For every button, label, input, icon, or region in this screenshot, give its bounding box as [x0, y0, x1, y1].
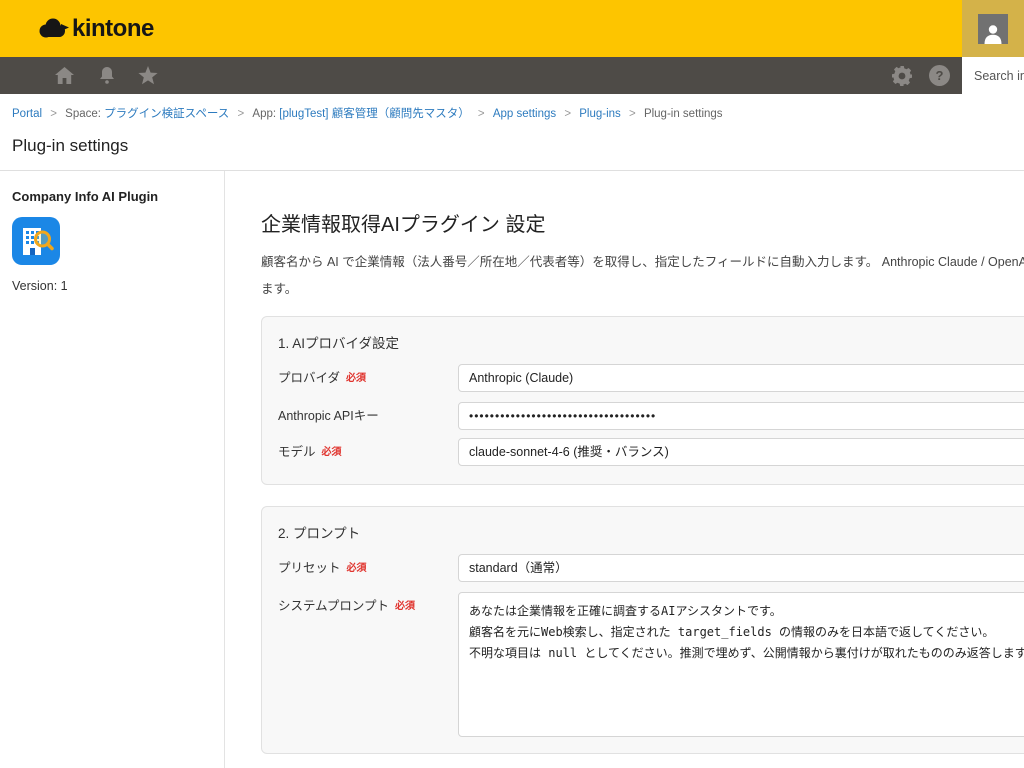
field-label-text: プロバイダ	[278, 371, 340, 385]
help-icon[interactable]: ?	[929, 65, 950, 86]
gear-icon[interactable]	[892, 66, 912, 86]
required-badge: 必須	[346, 373, 366, 384]
content-columns: Company Info AI Plugin Version: 1 企業情報取得…	[0, 171, 1024, 768]
home-icon[interactable]	[55, 67, 74, 84]
star-icon[interactable]	[138, 66, 158, 85]
breadcrumb-separator: >	[50, 108, 57, 120]
required-badge: 必須	[347, 563, 367, 574]
breadcrumb-space-link[interactable]: プラグイン検証スペース	[104, 108, 229, 120]
required-badge: 必須	[395, 601, 415, 612]
breadcrumb-space-prefix: Space:	[65, 108, 104, 120]
breadcrumb-app-settings[interactable]: App settings	[493, 108, 556, 120]
required-badge: 必須	[322, 447, 342, 458]
user-avatar-icon[interactable]	[978, 14, 1008, 44]
plugin-name: Company Info AI Plugin	[12, 189, 212, 204]
preset-select[interactable]: standard（通常）	[458, 554, 1024, 582]
section-ai-provider: 1. AIプロバイダ設定 プロバイダ必須 Anthropic (Claude) …	[261, 316, 1024, 485]
bell-icon[interactable]	[99, 67, 115, 85]
hamburger-menu-icon[interactable]	[13, 70, 30, 82]
top-header-bar: kintone	[0, 0, 1024, 57]
breadcrumb-separator: >	[564, 108, 571, 120]
field-label: Anthropic APIキー	[278, 402, 458, 430]
field-label-text: モデル	[278, 445, 316, 459]
page-title: Plug-in settings	[12, 136, 1012, 156]
field-control: standard（通常）	[458, 554, 1024, 582]
field-row-model: モデル必須 claude-sonnet-4-6 (推奨・バランス)	[278, 438, 1024, 468]
kintone-logo-text: kintone	[72, 15, 154, 43]
breadcrumb: Portal > Space: プラグイン検証スペース > App: [plug…	[0, 94, 1024, 121]
plugin-sidebar: Company Info AI Plugin Version: 1	[0, 171, 225, 768]
breadcrumb-separator: >	[478, 108, 485, 120]
building-search-icon	[12, 217, 60, 265]
field-label: システムプロンプト必須	[278, 592, 458, 622]
field-label: プリセット必須	[278, 554, 458, 584]
field-label-text: プリセット	[278, 561, 341, 575]
model-select[interactable]: claude-sonnet-4-6 (推奨・バランス)	[458, 438, 1024, 466]
global-nav-bar: ? Search in	[0, 57, 1024, 94]
field-row-system-prompt: システムプロンプト必須 あなたは企業情報を正確に調査するAIアシスタントです。 …	[278, 592, 1024, 737]
section-prompt: 2. プロンプト プリセット必須 standard（通常） システムプロンプト必…	[261, 506, 1024, 754]
plugin-version: Version: 1	[12, 279, 212, 293]
settings-description: 顧客名から AI で企業情報（法人番号／所在地／代表者等）を取得し、指定したフィ…	[261, 249, 1024, 303]
account-menu[interactable]	[962, 0, 1024, 57]
plugin-settings-main: 企業情報取得AIプラグイン 設定 顧客名から AI で企業情報（法人番号／所在地…	[225, 171, 1024, 768]
nav-right-tools: ? Search in	[892, 57, 1024, 94]
kintone-logo[interactable]: kintone	[36, 14, 154, 44]
field-label-text: Anthropic APIキー	[278, 409, 379, 423]
field-label: モデル必須	[278, 438, 458, 468]
system-prompt-textarea[interactable]: あなたは企業情報を正確に調査するAIアシスタントです。 顧客名を元にWeb検索し…	[458, 592, 1024, 737]
breadcrumb-plugins[interactable]: Plug-ins	[579, 108, 621, 120]
section-title: 2. プロンプト	[278, 522, 1024, 542]
kintone-cloud-icon	[36, 14, 70, 44]
field-label: プロバイダ必須	[278, 364, 458, 394]
search-input[interactable]: Search in	[962, 57, 1024, 94]
section-title: 1. AIプロバイダ設定	[278, 332, 1024, 352]
api-key-input[interactable]: ••••••••••••••••••••••••••••••••••••	[458, 402, 1024, 430]
field-control: あなたは企業情報を正確に調査するAIアシスタントです。 顧客名を元にWeb検索し…	[458, 592, 1024, 737]
field-row-api-key: Anthropic APIキー ••••••••••••••••••••••••…	[278, 402, 1024, 430]
field-control: claude-sonnet-4-6 (推奨・バランス)	[458, 438, 1024, 466]
breadcrumb-portal[interactable]: Portal	[12, 108, 42, 120]
field-control: ••••••••••••••••••••••••••••••••••••	[458, 402, 1024, 430]
breadcrumb-app-prefix: App:	[252, 108, 279, 120]
field-row-provider: プロバイダ必須 Anthropic (Claude)	[278, 364, 1024, 394]
breadcrumb-current: Plug-in settings	[644, 108, 723, 120]
breadcrumb-separator: >	[629, 108, 636, 120]
breadcrumb-app-link[interactable]: [plugTest] 顧客管理（顧問先マスタ）	[279, 108, 469, 120]
search-input-text: Search in	[974, 69, 1024, 83]
field-label-text: システムプロンプト	[278, 599, 389, 613]
field-control: Anthropic (Claude)	[458, 364, 1024, 392]
field-row-preset: プリセット必須 standard（通常）	[278, 554, 1024, 584]
breadcrumb-separator: >	[238, 108, 245, 120]
settings-heading: 企業情報取得AIプラグイン 設定	[261, 208, 1024, 237]
svg-text:?: ?	[936, 68, 944, 83]
provider-select[interactable]: Anthropic (Claude)	[458, 364, 1024, 392]
